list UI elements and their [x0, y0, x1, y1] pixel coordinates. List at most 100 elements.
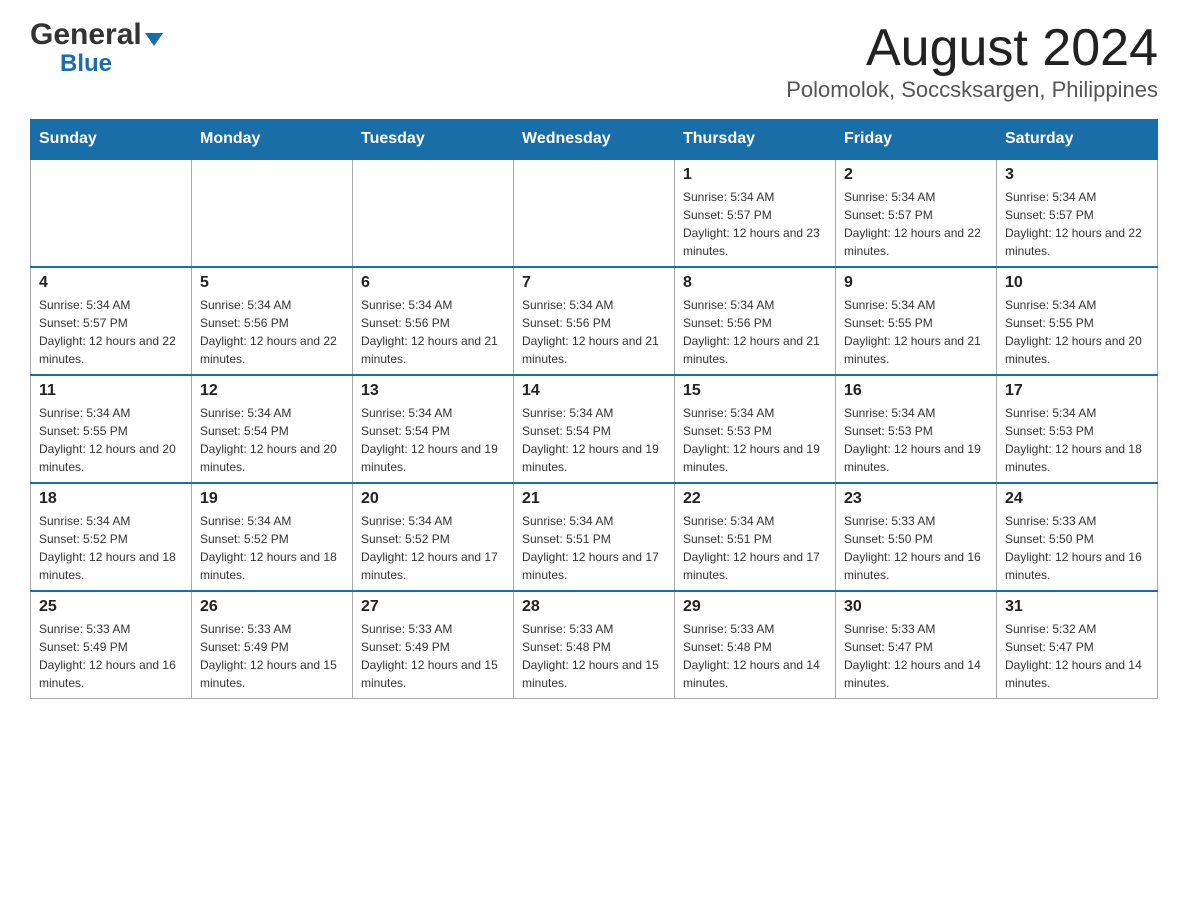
day-info: Sunrise: 5:34 AMSunset: 5:55 PMDaylight:… — [39, 404, 183, 476]
day-info: Sunrise: 5:34 AMSunset: 5:55 PMDaylight:… — [844, 296, 988, 368]
calendar-cell: 13 Sunrise: 5:34 AMSunset: 5:54 PMDayligh… — [353, 375, 514, 483]
title-block: August 2024 Polomolok, Soccsksargen, Phi… — [786, 20, 1158, 103]
day-info: Sunrise: 5:34 AMSunset: 5:52 PMDaylight:… — [200, 512, 344, 584]
calendar-cell: 23 Sunrise: 5:33 AMSunset: 5:50 PMDayligh… — [836, 483, 997, 591]
day-info: Sunrise: 5:34 AMSunset: 5:56 PMDaylight:… — [522, 296, 666, 368]
calendar-cell — [192, 159, 353, 267]
day-info: Sunrise: 5:34 AMSunset: 5:56 PMDaylight:… — [200, 296, 344, 368]
day-info: Sunrise: 5:33 AMSunset: 5:48 PMDaylight:… — [683, 620, 827, 692]
calendar-cell: 29Sunrise: 5:33 AMSunset: 5:48 PMDayligh… — [675, 591, 836, 699]
day-info: Sunrise: 5:34 AMSunset: 5:55 PMDaylight:… — [1005, 296, 1149, 368]
calendar-cell: 31 Sunrise: 5:32 AMSunset: 5:47 PMDayligh… — [997, 591, 1158, 699]
calendar-cell: 19Sunrise: 5:34 AMSunset: 5:52 PMDayligh… — [192, 483, 353, 591]
day-number: 8 — [683, 274, 827, 292]
calendar-header-row: SundayMondayTuesdayWednesdayThursdayFrid… — [31, 120, 1158, 160]
day-number: 27 — [361, 598, 505, 616]
day-info: Sunrise: 5:34 AMSunset: 5:53 PMDaylight:… — [844, 404, 988, 476]
logo: General Blue — [30, 20, 163, 78]
calendar-cell: 26 Sunrise: 5:33 AMSunset: 5:49 PMDayligh… — [192, 591, 353, 699]
day-info: Sunrise: 5:33 AMSunset: 5:50 PMDaylight:… — [1005, 512, 1149, 584]
calendar-week-row: 18 Sunrise: 5:34 AMSunset: 5:52 PMDayligh… — [31, 483, 1158, 591]
day-number: 23 — [844, 490, 988, 508]
day-number: 21 — [522, 490, 666, 508]
calendar-week-row: 4 Sunrise: 5:34 AMSunset: 5:57 PMDaylight… — [31, 267, 1158, 375]
day-number: 26 — [200, 598, 344, 616]
page-subtitle: Polomolok, Soccsksargen, Philippines — [786, 77, 1158, 103]
logo-general-text: General — [30, 20, 142, 50]
day-info: Sunrise: 5:34 AMSunset: 5:57 PMDaylight:… — [844, 188, 988, 260]
calendar-cell: 5 Sunrise: 5:34 AMSunset: 5:56 PMDaylight… — [192, 267, 353, 375]
page-title: August 2024 — [786, 20, 1158, 77]
day-info: Sunrise: 5:34 AMSunset: 5:54 PMDaylight:… — [200, 404, 344, 476]
calendar-cell: 22 Sunrise: 5:34 AMSunset: 5:51 PMDayligh… — [675, 483, 836, 591]
calendar-cell: 12 Sunrise: 5:34 AMSunset: 5:54 PMDayligh… — [192, 375, 353, 483]
day-number: 10 — [1005, 274, 1149, 292]
day-info: Sunrise: 5:34 AMSunset: 5:57 PMDaylight:… — [39, 296, 183, 368]
day-number: 30 — [844, 598, 988, 616]
day-number: 24 — [1005, 490, 1149, 508]
day-number: 18 — [39, 490, 183, 508]
day-number: 16 — [844, 382, 988, 400]
day-info: Sunrise: 5:34 AMSunset: 5:51 PMDaylight:… — [522, 512, 666, 584]
calendar-cell: 7 Sunrise: 5:34 AMSunset: 5:56 PMDaylight… — [514, 267, 675, 375]
calendar-week-row: 1Sunrise: 5:34 AMSunset: 5:57 PMDaylight… — [31, 159, 1158, 267]
calendar-cell: 6 Sunrise: 5:34 AMSunset: 5:56 PMDaylight… — [353, 267, 514, 375]
day-number: 20 — [361, 490, 505, 508]
calendar-table: SundayMondayTuesdayWednesdayThursdayFrid… — [30, 119, 1158, 699]
calendar-cell — [514, 159, 675, 267]
calendar-week-row: 25 Sunrise: 5:33 AMSunset: 5:49 PMDayligh… — [31, 591, 1158, 699]
day-info: Sunrise: 5:34 AMSunset: 5:57 PMDaylight:… — [683, 188, 827, 260]
day-info: Sunrise: 5:33 AMSunset: 5:49 PMDaylight:… — [361, 620, 505, 692]
calendar-cell: 8Sunrise: 5:34 AMSunset: 5:56 PMDaylight… — [675, 267, 836, 375]
day-info: Sunrise: 5:34 AMSunset: 5:56 PMDaylight:… — [361, 296, 505, 368]
calendar-cell: 4 Sunrise: 5:34 AMSunset: 5:57 PMDaylight… — [31, 267, 192, 375]
day-info: Sunrise: 5:33 AMSunset: 5:49 PMDaylight:… — [200, 620, 344, 692]
day-info: Sunrise: 5:33 AMSunset: 5:49 PMDaylight:… — [39, 620, 183, 692]
day-number: 28 — [522, 598, 666, 616]
calendar-cell: 25 Sunrise: 5:33 AMSunset: 5:49 PMDayligh… — [31, 591, 192, 699]
column-header-thursday: Thursday — [675, 120, 836, 160]
calendar-cell: 16 Sunrise: 5:34 AMSunset: 5:53 PMDayligh… — [836, 375, 997, 483]
day-info: Sunrise: 5:34 AMSunset: 5:53 PMDaylight:… — [1005, 404, 1149, 476]
day-info: Sunrise: 5:32 AMSunset: 5:47 PMDaylight:… — [1005, 620, 1149, 692]
calendar-cell: 18 Sunrise: 5:34 AMSunset: 5:52 PMDayligh… — [31, 483, 192, 591]
day-number: 7 — [522, 274, 666, 292]
day-number: 14 — [522, 382, 666, 400]
day-number: 22 — [683, 490, 827, 508]
day-number: 17 — [1005, 382, 1149, 400]
calendar-cell: 17 Sunrise: 5:34 AMSunset: 5:53 PMDayligh… — [997, 375, 1158, 483]
day-number: 13 — [361, 382, 505, 400]
calendar-cell: 21 Sunrise: 5:34 AMSunset: 5:51 PMDayligh… — [514, 483, 675, 591]
day-number: 3 — [1005, 166, 1149, 184]
column-header-sunday: Sunday — [31, 120, 192, 160]
calendar-cell: 1Sunrise: 5:34 AMSunset: 5:57 PMDaylight… — [675, 159, 836, 267]
day-info: Sunrise: 5:34 AMSunset: 5:53 PMDaylight:… — [683, 404, 827, 476]
calendar-cell: 2 Sunrise: 5:34 AMSunset: 5:57 PMDaylight… — [836, 159, 997, 267]
day-number: 2 — [844, 166, 988, 184]
calendar-cell: 24 Sunrise: 5:33 AMSunset: 5:50 PMDayligh… — [997, 483, 1158, 591]
day-number: 31 — [1005, 598, 1149, 616]
day-info: Sunrise: 5:33 AMSunset: 5:50 PMDaylight:… — [844, 512, 988, 584]
calendar-cell: 9 Sunrise: 5:34 AMSunset: 5:55 PMDaylight… — [836, 267, 997, 375]
day-number: 15 — [683, 382, 827, 400]
day-info: Sunrise: 5:34 AMSunset: 5:52 PMDaylight:… — [39, 512, 183, 584]
day-number: 25 — [39, 598, 183, 616]
column-header-friday: Friday — [836, 120, 997, 160]
day-number: 12 — [200, 382, 344, 400]
day-number: 9 — [844, 274, 988, 292]
day-number: 6 — [361, 274, 505, 292]
calendar-cell: 11 Sunrise: 5:34 AMSunset: 5:55 PMDayligh… — [31, 375, 192, 483]
calendar-cell: 10 Sunrise: 5:34 AMSunset: 5:55 PMDayligh… — [997, 267, 1158, 375]
day-number: 11 — [39, 382, 183, 400]
logo-triangle-icon — [145, 33, 163, 46]
column-header-wednesday: Wednesday — [514, 120, 675, 160]
day-info: Sunrise: 5:34 AMSunset: 5:57 PMDaylight:… — [1005, 188, 1149, 260]
day-info: Sunrise: 5:34 AMSunset: 5:54 PMDaylight:… — [361, 404, 505, 476]
calendar-cell — [31, 159, 192, 267]
column-header-saturday: Saturday — [997, 120, 1158, 160]
logo-blue-text: Blue — [60, 50, 112, 77]
day-info: Sunrise: 5:34 AMSunset: 5:51 PMDaylight:… — [683, 512, 827, 584]
day-number: 5 — [200, 274, 344, 292]
calendar-cell: 3 Sunrise: 5:34 AMSunset: 5:57 PMDaylight… — [997, 159, 1158, 267]
day-number: 4 — [39, 274, 183, 292]
